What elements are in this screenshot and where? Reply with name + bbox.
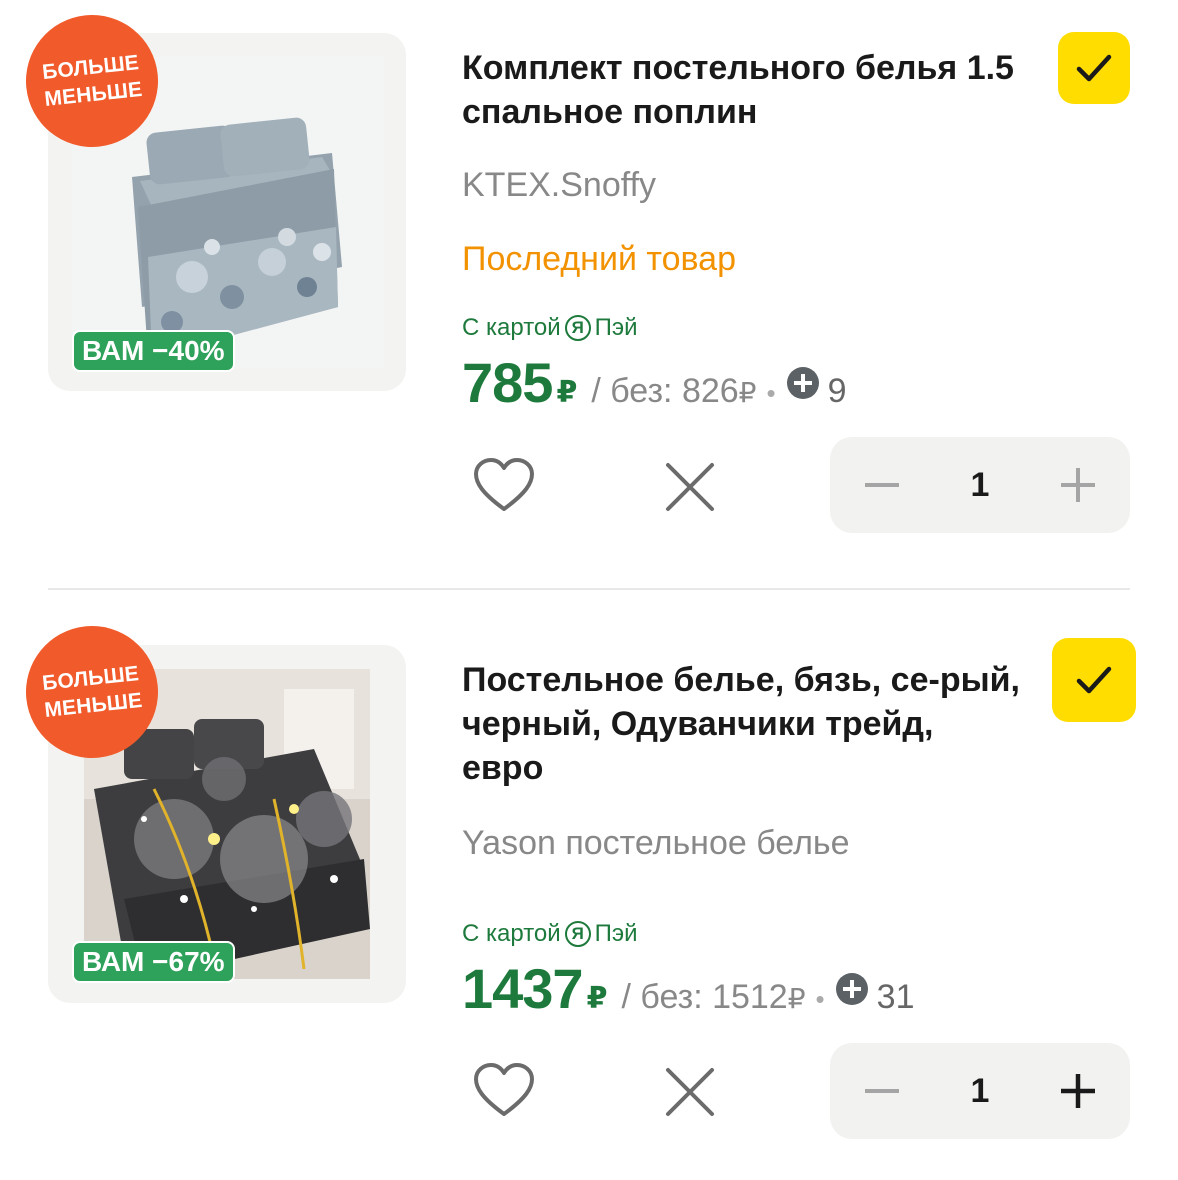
- product-title[interactable]: Комплект постельного белья 1.5 спальное …: [462, 46, 1022, 134]
- quantity-stepper: 1: [830, 437, 1130, 533]
- card-price: 1437: [462, 957, 584, 1020]
- plus-icon: [1061, 1074, 1095, 1108]
- points-count: 31: [876, 978, 915, 1016]
- plus-icon: [1061, 468, 1095, 502]
- favorite-button[interactable]: [472, 1062, 536, 1120]
- discount-badge: ВАМ −40%: [72, 330, 235, 372]
- currency-symbol: ₽: [586, 982, 608, 1015]
- favorite-button[interactable]: [472, 457, 536, 515]
- currency-symbol: ₽: [556, 376, 578, 409]
- remove-button[interactable]: [664, 461, 716, 513]
- remove-button[interactable]: [664, 1066, 716, 1118]
- select-checkbox[interactable]: [1052, 638, 1136, 722]
- cart-item: ВАМ −67% Постельное белье, бязь, се-рый,…: [0, 600, 1178, 1180]
- select-checkbox[interactable]: [1058, 32, 1130, 104]
- checkmark-icon: [1076, 666, 1112, 694]
- points-count: 9: [827, 372, 847, 410]
- seller-name[interactable]: Yason постельное белье: [462, 824, 850, 863]
- price-row: 1437 ₽ / без: 1512 ₽ • 31: [462, 956, 914, 1021]
- discount-badge: ВАМ −67%: [72, 941, 235, 983]
- quantity-stepper: 1: [830, 1043, 1130, 1139]
- divider: [48, 588, 1130, 590]
- price-without-card: / без: 1512: [621, 978, 788, 1016]
- card-price-label: С картой Я Пэй: [462, 920, 638, 948]
- currency-symbol: ₽: [787, 983, 806, 1014]
- heart-icon: [474, 1063, 534, 1116]
- heart-icon: [474, 458, 534, 511]
- card-price: 785: [462, 351, 553, 414]
- card-name-text: Пэй: [594, 314, 638, 341]
- checkmark-icon: [1076, 54, 1112, 82]
- plus-points-icon: [786, 366, 820, 400]
- ya-pay-icon: Я: [564, 315, 591, 341]
- separator-dot: •: [815, 984, 825, 1014]
- plus-points-icon: [835, 972, 869, 1006]
- card-price-label: С картой Я Пэй: [462, 314, 638, 342]
- price-without-card: / без: 826: [591, 372, 739, 410]
- close-icon: [666, 1068, 714, 1116]
- stock-status: Последний товар: [462, 240, 736, 278]
- close-icon: [666, 463, 714, 511]
- increase-button[interactable]: [1030, 437, 1126, 533]
- ya-pay-icon: Я: [564, 921, 591, 947]
- seller-name[interactable]: KTEX.Snoffy: [462, 166, 656, 205]
- card-name-text: Пэй: [594, 920, 638, 947]
- price-row: 785 ₽ / без: 826 ₽ • 9: [462, 350, 847, 415]
- card-label-text: С картой: [462, 920, 561, 947]
- currency-symbol: ₽: [738, 377, 757, 408]
- cart-item: БОЛЬШЕ МЕНЬШЕ ВАМ −40% Комплект постельн…: [0, 0, 1178, 560]
- product-title[interactable]: Постельное белье, бязь, се-рый, черный, …: [462, 658, 1022, 790]
- increase-button[interactable]: [1030, 1043, 1126, 1139]
- card-label-text: С картой: [462, 314, 561, 341]
- separator-dot: •: [766, 378, 776, 408]
